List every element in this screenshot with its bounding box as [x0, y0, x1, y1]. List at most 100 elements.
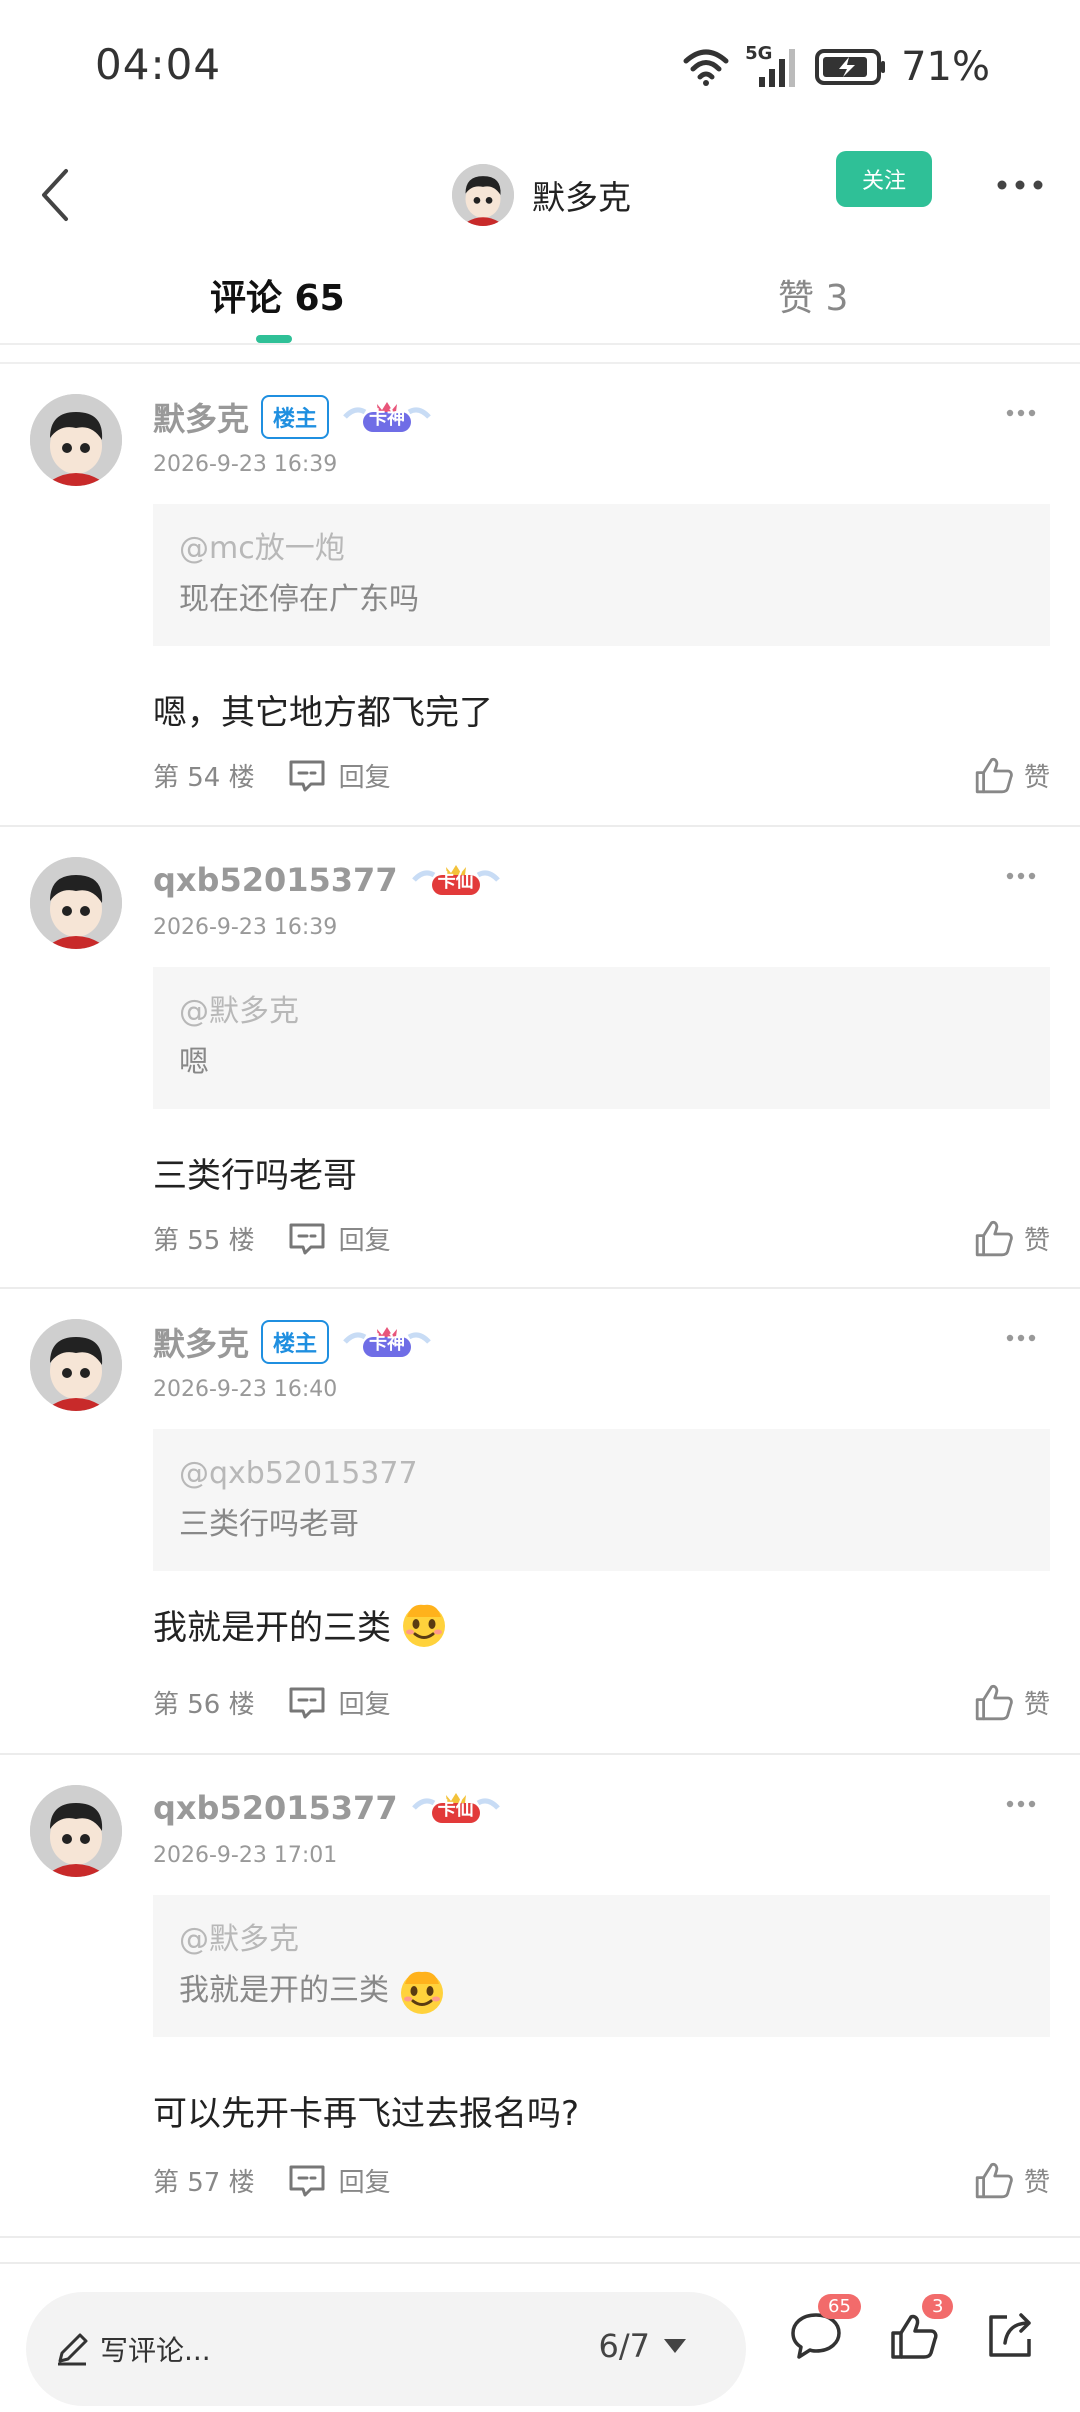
- floor-number: 第 54 楼: [153, 762, 255, 793]
- share-icon: [989, 2313, 1031, 2357]
- comment-header: 默多克 楼主 卡神: [153, 1317, 433, 1367]
- author-info[interactable]: 默多克: [452, 145, 631, 245]
- wifi-icon: [683, 49, 729, 86]
- reply-button[interactable]: 回复: [287, 1684, 391, 1721]
- follow-button[interactable]: 关注: [836, 151, 932, 207]
- quoted-user: @mc放一炮: [179, 531, 345, 566]
- emoji-icon: [401, 1971, 443, 2014]
- comment-count-badge: 65: [818, 2294, 861, 2319]
- pencil-icon: [58, 2333, 88, 2366]
- page-selector[interactable]: 6/7: [599, 2327, 686, 2365]
- like-label: 赞: [1023, 762, 1050, 793]
- comment-body-row: 可以先开卡再飞过去报名吗?: [153, 2075, 579, 2145]
- comment-footer: 第 55 楼 回复 赞: [153, 1213, 1050, 1263]
- commenter-name[interactable]: 默多克: [153, 1319, 249, 1365]
- status-icons: 5G 71%: [681, 42, 990, 92]
- comment-body-row: 我就是开的三类: [153, 1589, 451, 1659]
- tab-likes[interactable]: 赞 3: [778, 269, 848, 321]
- reply-label: 回复: [338, 1225, 391, 1256]
- like-label: 赞: [1023, 2167, 1050, 2198]
- like-button[interactable]: 赞: [974, 1213, 1050, 1263]
- like-count-button[interactable]: 3: [882, 2294, 954, 2368]
- comment-item[interactable]: 默多克 楼主 卡神 2026-9-23 16:39 @mc放一炮 现在还停在广东吗 嗯，其它…: [0, 364, 1080, 827]
- reply-label: 回复: [338, 1689, 391, 1720]
- comment-time: 2026-9-23 16:40: [153, 1377, 338, 1402]
- comment-text: 我就是开的三类: [153, 1607, 391, 1648]
- like-button[interactable]: 赞: [974, 2155, 1050, 2205]
- battery-icon: [815, 49, 886, 85]
- thumbs-up-icon: [975, 2163, 1013, 2199]
- level-badge: 卡仙: [410, 1789, 502, 1827]
- level-badge-label: 卡神: [369, 408, 406, 429]
- quoted-comment[interactable]: @qxb52015377 三类行吗老哥: [153, 1429, 1050, 1571]
- quoted-user: @默多克: [179, 994, 299, 1029]
- comment-item[interactable]: 默多克 楼主 卡神 2026-9-23 16:40 @qxb52015377 三类行吗老哥…: [0, 1289, 1080, 1755]
- top-nav: 默多克 关注: [0, 135, 1080, 255]
- level-badge: 卡神: [341, 1323, 433, 1361]
- more-options-icon[interactable]: [990, 165, 1050, 205]
- commenter-name[interactable]: qxb52015377: [153, 861, 398, 899]
- avatar[interactable]: [30, 1319, 122, 1411]
- quoted-text: 现在还停在广东吗: [179, 582, 419, 617]
- comment-item[interactable]: qxb52015377 卡仙 2026-9-23 17:01 @默多克我就是开的三类可…: [0, 1755, 1080, 2238]
- quoted-comment[interactable]: @默多克我就是开的三类: [153, 1895, 1050, 2037]
- quoted-text-row: 嗯: [179, 1037, 1024, 1089]
- quoted-text: 我就是开的三类: [179, 1973, 389, 2008]
- emoji-icon: [403, 1604, 445, 1647]
- reply-button[interactable]: 回复: [287, 2162, 391, 2199]
- like-button[interactable]: 赞: [974, 750, 1050, 800]
- reply-icon: [289, 760, 325, 792]
- floor-number: 第 55 楼: [153, 1225, 255, 1256]
- level-badge: 卡仙: [410, 861, 502, 899]
- comment-time: 2026-9-23 16:39: [153, 915, 338, 940]
- quoted-user: @默多克: [179, 1922, 299, 1957]
- comment-text: 嗯，其它地方都飞完了: [153, 692, 493, 733]
- share-button[interactable]: [978, 2304, 1042, 2368]
- more-options-icon[interactable]: [996, 861, 1046, 891]
- more-options-icon[interactable]: [996, 1323, 1046, 1353]
- write-comment-input[interactable]: 写评论... 6/7: [26, 2292, 746, 2406]
- tab-comments[interactable]: 评论 65: [210, 269, 345, 321]
- quoted-user: @qxb52015377: [179, 1456, 418, 1491]
- reply-icon: [289, 1687, 325, 1719]
- avatar[interactable]: [30, 1785, 122, 1877]
- floor-number: 第 56 楼: [153, 1689, 255, 1720]
- avatar[interactable]: [30, 394, 122, 486]
- comment-time: 2026-9-23 16:39: [153, 452, 338, 477]
- commenter-name[interactable]: qxb52015377: [153, 1789, 398, 1827]
- quoted-comment[interactable]: @默多克嗯: [153, 967, 1050, 1109]
- comment-text: 可以先开卡再飞过去报名吗?: [153, 2093, 580, 2134]
- comment-body-row: 嗯，其它地方都飞完了: [153, 674, 493, 744]
- signal-icon: 5G: [745, 43, 801, 89]
- comment-text: 三类行吗老哥: [153, 1155, 357, 1196]
- comment-header: qxb52015377 卡仙: [153, 1783, 502, 1833]
- reply-button[interactable]: 回复: [287, 757, 391, 794]
- more-options-icon[interactable]: [996, 1789, 1046, 1819]
- tab-bar: 评论 65 赞 3: [0, 255, 1080, 345]
- quoted-text: 嗯: [179, 1045, 209, 1080]
- battery-percent: 71%: [901, 44, 990, 90]
- level-badge-label: 卡神: [369, 1333, 406, 1354]
- status-bar: 04:04 5G 71%: [0, 0, 1080, 135]
- reply-button[interactable]: 回复: [287, 1220, 391, 1257]
- more-options-icon[interactable]: [996, 398, 1046, 428]
- quoted-text-row: 三类行吗老哥: [179, 1499, 1024, 1551]
- avatar[interactable]: [30, 857, 122, 949]
- reply-icon: [289, 2165, 325, 2197]
- like-label: 赞: [1023, 1689, 1050, 1720]
- status-time: 04:04: [95, 40, 222, 89]
- level-badge-label: 卡仙: [437, 1799, 474, 1820]
- reply-icon: [289, 1223, 325, 1255]
- commenter-name[interactable]: 默多克: [153, 394, 249, 440]
- quoted-text-row: 现在还停在广东吗: [179, 574, 1024, 626]
- comment-time: 2026-9-23 17:01: [153, 1843, 338, 1868]
- quoted-comment[interactable]: @mc放一炮现在还停在广东吗: [153, 504, 1050, 646]
- comment-count-button[interactable]: 65: [784, 2294, 861, 2368]
- like-button[interactable]: 赞: [974, 1677, 1050, 1727]
- back-arrow-icon[interactable]: [20, 155, 90, 235]
- comment-item[interactable]: qxb52015377 卡仙 2026-9-23 16:39 @默多克嗯三类行吗老哥第…: [0, 827, 1080, 1289]
- tab-indicator: [256, 335, 292, 343]
- author-name: 默多克: [532, 178, 631, 217]
- avatar[interactable]: [452, 164, 514, 226]
- reply-label: 回复: [338, 2167, 391, 2198]
